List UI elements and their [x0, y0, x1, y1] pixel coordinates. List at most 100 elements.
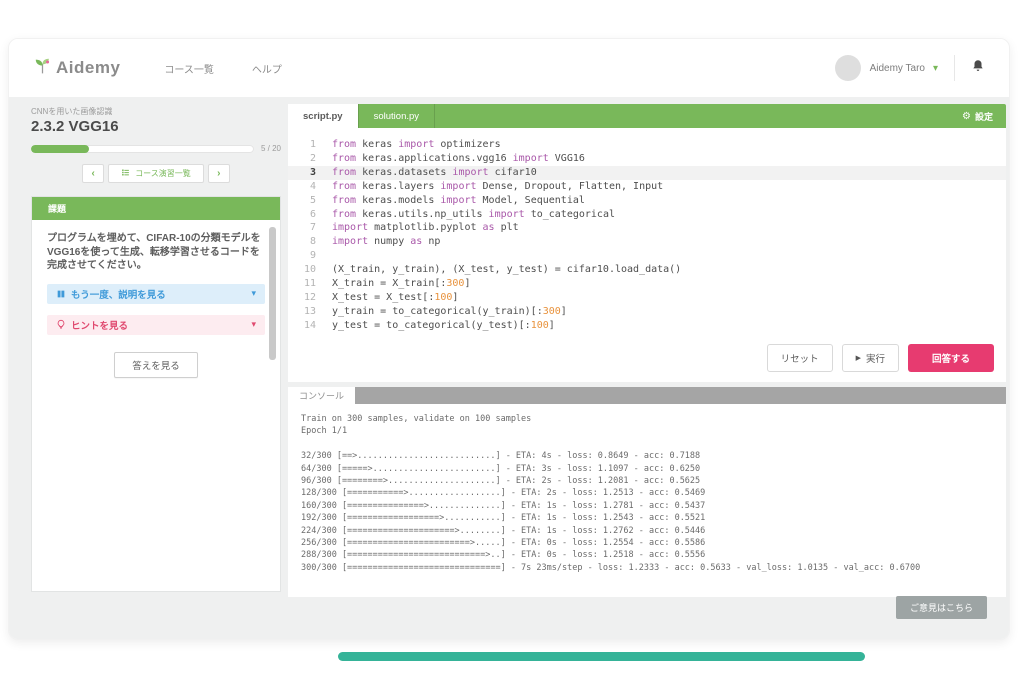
hint-chevron-down-icon: ▾: [251, 319, 256, 330]
code-line[interactable]: 4 from keras.layers import Dense, Dropout…: [288, 180, 1006, 194]
user-menu-chevron-down-icon[interactable]: ▾: [933, 63, 938, 74]
line-number: 11: [288, 277, 316, 291]
feedback-button[interactable]: ご意見はこちら: [896, 596, 987, 619]
code-text: import matplotlib.pyplot as plt: [332, 221, 519, 235]
page: Aidemy コース一覧 ヘルプ Aidemy Taro ▾: [0, 0, 1026, 684]
code-lines: 1from keras import optimizers2 from keras…: [288, 138, 1006, 333]
progress-fill: [31, 145, 89, 153]
app-body: CNNを用いた画像認識 2.3.2 VGG16 5 / 20 ‹: [9, 97, 1009, 639]
assignment-body: プログラムを埋めて、CIFAR-10の分類モデルをVGG16を使って生成、転移学…: [32, 220, 280, 378]
prev-exercise-button[interactable]: ‹: [82, 164, 104, 183]
header-right: Aidemy Taro ▾: [835, 55, 985, 81]
run-button[interactable]: ▶ 実行: [842, 344, 899, 372]
code-text: X_test = X_test[:100]: [332, 291, 458, 305]
code-line[interactable]: 13 y_train = to_categorical(y_train)[:300…: [288, 305, 1006, 319]
course-title: CNNを用いた画像認識: [31, 106, 281, 117]
line-number: 4: [288, 180, 316, 194]
code-line[interactable]: 9: [288, 249, 1006, 263]
code-line[interactable]: 14y_test = to_categorical(y_test)[:100]: [288, 319, 1006, 333]
show-explanation-label: もう一度、説明を見る: [71, 287, 166, 301]
header-divider: [954, 55, 955, 81]
assignment-description: プログラムを埋めて、CIFAR-10の分類モデルをVGG16を使って生成、転移学…: [47, 232, 265, 273]
console-line: 96/300 [========>.....................] …: [301, 475, 993, 487]
line-number: 7: [288, 221, 316, 235]
exercise-list-button[interactable]: コース演習一覧: [108, 164, 204, 183]
code-line[interactable]: 2 from keras.applications.vgg16 import VG…: [288, 152, 1006, 166]
show-hint-label: ヒントを見る: [71, 318, 128, 332]
code-line[interactable]: 12 X_test = X_test[:100]: [288, 291, 1006, 305]
sidebar-scrollbar[interactable]: [269, 227, 276, 360]
assignment-panel: 課題 プログラムを埋めて、CIFAR-10の分類モデルをVGG16を使って生成、…: [31, 196, 281, 592]
show-answer-button[interactable]: 答えを見る: [114, 352, 198, 378]
code-line[interactable]: 1from keras import optimizers: [288, 138, 1006, 152]
code-text: from keras.applications.vgg16 import VGG…: [332, 152, 585, 166]
line-number: 10: [288, 263, 316, 277]
assignment-header: 課題: [32, 197, 280, 220]
console-output[interactable]: Train on 300 samples, validate on 100 sa…: [288, 404, 1006, 597]
console-line: [301, 438, 993, 450]
code-editor[interactable]: 1from keras import optimizers2 from keras…: [288, 128, 1006, 382]
code-line[interactable]: 7 import matplotlib.pyplot as plt: [288, 221, 1006, 235]
nav-course-list[interactable]: コース一覧: [164, 61, 214, 76]
tab-script-py[interactable]: script.py: [288, 104, 358, 128]
show-hint-toggle[interactable]: ヒントを見る ▾: [47, 315, 265, 335]
gear-icon: ⚙: [962, 111, 971, 122]
code-text: from keras import optimizers: [332, 138, 501, 152]
line-number: 2: [288, 152, 316, 166]
console-line: 192/300 [==================>...........]…: [301, 512, 993, 524]
code-text: from keras.datasets import cifar10: [332, 166, 537, 180]
editor-buttons: リセット ▶ 実行 回答する: [767, 344, 994, 372]
user-name: Aidemy Taro: [870, 63, 925, 74]
code-text: import numpy as np: [332, 235, 440, 249]
editor-tabbar: script.py solution.py ⚙ 設定: [288, 104, 1006, 128]
tab-solution-py[interactable]: solution.py: [358, 104, 435, 128]
console-line: Epoch 1/1: [301, 425, 993, 437]
code-text: from keras.models import Model, Sequenti…: [332, 194, 585, 208]
submit-answer-button[interactable]: 回答する: [908, 344, 994, 372]
exercise-pager: ‹ コース演習一覧 ›: [31, 164, 281, 183]
explanation-chevron-down-icon: ▾: [251, 288, 256, 299]
background-accent-bar: [338, 652, 865, 661]
console-line: Train on 300 samples, validate on 100 sa…: [301, 413, 993, 425]
console-line: 224/300 [=====================>........]…: [301, 525, 993, 537]
code-text: from keras.layers import Dense, Dropout,…: [332, 180, 663, 194]
console-tabbar-filler: [355, 387, 1006, 404]
code-line[interactable]: 5from keras.models import Model, Sequent…: [288, 194, 1006, 208]
console-line: 160/300 [===============>..............]…: [301, 500, 993, 512]
sprout-icon: [33, 56, 52, 80]
console-tab[interactable]: コンソール: [288, 387, 355, 404]
line-number: 9: [288, 249, 316, 263]
next-exercise-button[interactable]: ›: [208, 164, 230, 183]
notification-bell-icon[interactable]: [971, 58, 985, 78]
show-explanation-toggle[interactable]: もう一度、説明を見る ▾: [47, 284, 265, 304]
console-line: 64/300 [=====>........................] …: [301, 463, 993, 475]
code-text: y_train = to_categorical(y_train)[:300]: [332, 305, 567, 319]
console-line: 32/300 [==>...........................] …: [301, 450, 993, 462]
settings-button[interactable]: ⚙ 設定: [949, 104, 1006, 128]
code-line[interactable]: 6from keras.utils.np_utils import to_cat…: [288, 208, 1006, 222]
settings-label: 設定: [975, 110, 993, 123]
code-line[interactable]: 3from keras.datasets import cifar10: [288, 166, 1006, 180]
app-header: Aidemy コース一覧 ヘルプ Aidemy Taro ▾: [9, 39, 1009, 97]
main-panel: script.py solution.py ⚙ 設定 1from keras i…: [288, 104, 1006, 597]
book-icon: [56, 289, 66, 299]
code-line[interactable]: 10 (X_train, y_train), (X_test, y_test) =…: [288, 263, 1006, 277]
lightbulb-icon: [56, 319, 66, 330]
reset-button[interactable]: リセット: [767, 344, 833, 372]
nav-help[interactable]: ヘルプ: [252, 61, 282, 76]
line-number: 12: [288, 291, 316, 305]
progress-bar: [31, 145, 254, 153]
code-text: (X_train, y_train), (X_test, y_test) = c…: [332, 263, 681, 277]
code-text: y_test = to_categorical(y_test)[:100]: [332, 319, 555, 333]
line-number: 13: [288, 305, 316, 319]
code-line[interactable]: 11X_train = X_train[:300]: [288, 277, 1006, 291]
user-avatar[interactable]: [835, 55, 861, 81]
console-line: 256/300 [========================>.....]…: [301, 537, 993, 549]
console-line: 288/300 [===========================>..]…: [301, 549, 993, 561]
header-nav: コース一覧 ヘルプ: [164, 61, 282, 76]
aidemy-logo[interactable]: Aidemy: [33, 56, 120, 80]
lesson-sidebar: CNNを用いた画像認識 2.3.2 VGG16 5 / 20 ‹: [31, 106, 281, 592]
code-text: from keras.utils.np_utils import to_cate…: [332, 208, 615, 222]
code-line[interactable]: 8 import numpy as np: [288, 235, 1006, 249]
line-number: 8: [288, 235, 316, 249]
